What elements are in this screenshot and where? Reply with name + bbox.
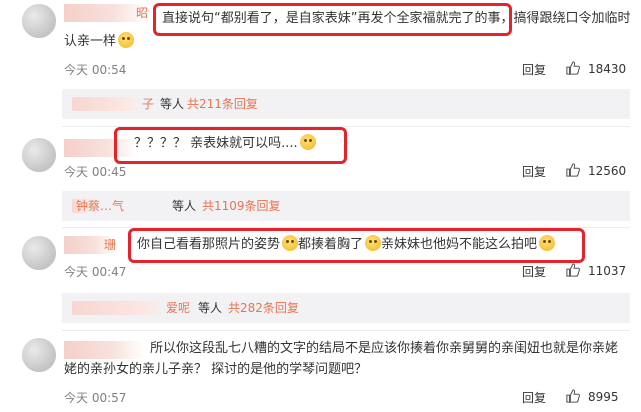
sub-replies-panel[interactable]: 爱呢 等人 共282条回复 bbox=[62, 293, 630, 323]
sub-replies-panel[interactable]: 钟蔡…气 等人 共1109条回复 bbox=[62, 191, 630, 221]
like-button[interactable]: 18430 bbox=[566, 61, 626, 76]
smile-emoji-icon bbox=[299, 134, 316, 150]
view-replies-link[interactable]: 共1109条回复 bbox=[202, 191, 281, 221]
thumbs-up-icon bbox=[566, 163, 580, 177]
comment-time: 今天 00:54 bbox=[64, 63, 127, 77]
comment-text-continued: 认亲一样 bbox=[64, 32, 135, 52]
avatar[interactable] bbox=[22, 4, 56, 38]
smile-emoji-icon bbox=[539, 235, 556, 251]
comment-text-continued: 姥的亲孙女的亲儿子亲？ 探讨的是他的学琴问题吧？ bbox=[64, 362, 368, 377]
like-button[interactable]: 11037 bbox=[566, 263, 626, 278]
sub-reply-user[interactable]: 钟蔡…气 bbox=[76, 191, 124, 221]
sub-reply-user[interactable]: 爱呢 bbox=[166, 293, 190, 323]
comment-text: 你自己看看那照片的姿势 都揍着胸了 亲妹妹也他妈不能这么拍吧 bbox=[137, 235, 556, 255]
reply-button[interactable]: 回复 bbox=[522, 389, 546, 406]
comment-text: 直接说句“都别看了，是自家表妹”再发个全家福就完了的事，搞得跟绕口令加临时 bbox=[162, 11, 631, 26]
like-button[interactable]: 8995 bbox=[566, 389, 619, 404]
smile-emoji-icon bbox=[118, 32, 135, 48]
divider bbox=[62, 330, 630, 331]
comment-time: 今天 00:45 bbox=[64, 165, 127, 179]
like-button[interactable]: 12560 bbox=[566, 163, 626, 178]
avatar[interactable] bbox=[22, 138, 56, 172]
comment-text: ？？？？ 亲表妹就可以吗.... bbox=[134, 134, 316, 154]
view-replies-link[interactable]: 共211条回复 bbox=[187, 89, 258, 119]
thumbs-up-icon bbox=[566, 389, 580, 403]
comment-time: 今天 00:57 bbox=[64, 391, 127, 405]
view-replies-link[interactable]: 共282条回复 bbox=[228, 293, 299, 323]
smile-emoji-icon bbox=[365, 235, 382, 251]
username[interactable] bbox=[64, 341, 144, 359]
reply-button[interactable]: 回复 bbox=[522, 163, 546, 180]
sub-reply-user[interactable]: 子 bbox=[142, 89, 154, 119]
smile-emoji-icon bbox=[282, 235, 299, 251]
username[interactable]: 珊 bbox=[64, 236, 116, 254]
username[interactable]: 昭 bbox=[64, 4, 148, 22]
thumbs-up-icon bbox=[566, 61, 580, 75]
comment-time: 今天 00:47 bbox=[64, 265, 127, 279]
avatar[interactable] bbox=[22, 338, 56, 372]
sub-replies-panel[interactable]: 子 等人 共211条回复 bbox=[62, 89, 630, 119]
comment-text: 所以你这段乱七八糟的文字的结局不是应该你揍着你亲舅舅的亲闺妞也就是你亲姥 bbox=[150, 341, 619, 356]
thumbs-up-icon bbox=[566, 263, 580, 277]
reply-button[interactable]: 回复 bbox=[522, 61, 546, 78]
avatar[interactable] bbox=[22, 236, 56, 270]
reply-button[interactable]: 回复 bbox=[522, 263, 546, 280]
